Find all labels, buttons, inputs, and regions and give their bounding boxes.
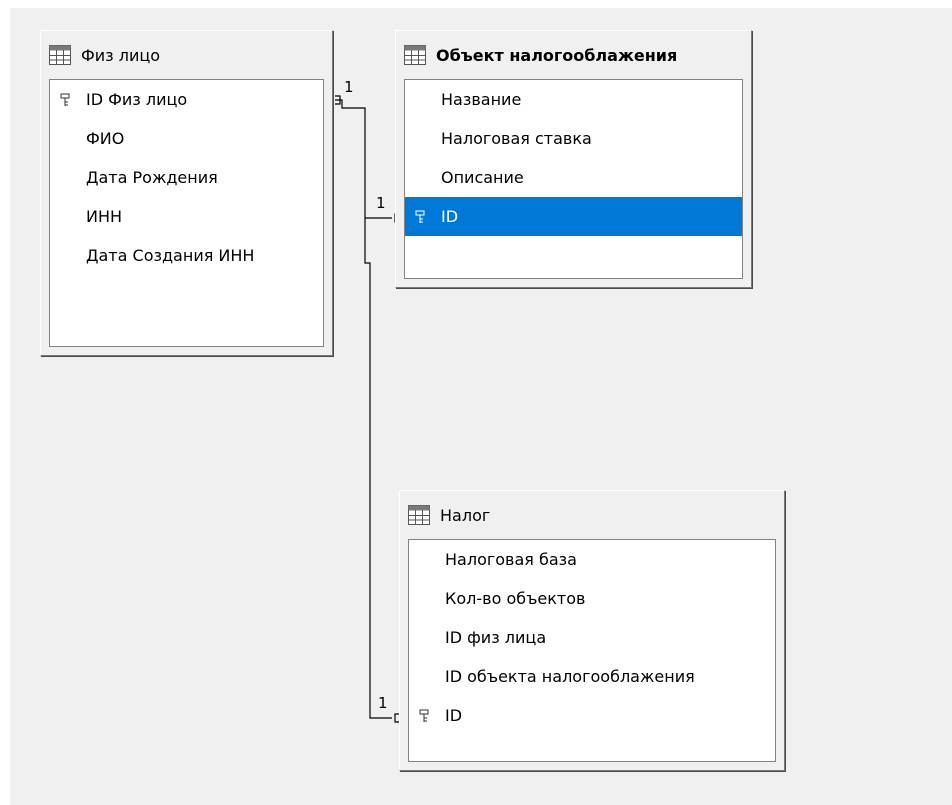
field-label: ID xyxy=(441,207,459,226)
primary-key-icon xyxy=(419,709,429,722)
field-row-kol-vo-obektov[interactable]: Кол-во объектов xyxy=(409,579,775,618)
field-row-id-fiz-lica[interactable]: ID физ лица xyxy=(409,618,775,657)
table-title: Объект налогооблажения xyxy=(436,45,678,65)
field-row-inn[interactable]: ИНН xyxy=(50,197,323,236)
relation-cardinality-fiz: 1 xyxy=(344,78,354,96)
relations-design-canvas[interactable]: 1 1 1 Физ лицо ID Физ лицо ФИО Дата Рожд… xyxy=(10,8,952,805)
field-label: Налоговая ставка xyxy=(441,129,592,148)
table-window-nalog[interactable]: Налог Налоговая база Кол-во объектов ID … xyxy=(399,490,785,771)
field-row-fio[interactable]: ФИО xyxy=(50,119,323,158)
primary-key-icon xyxy=(60,93,70,106)
field-label: ID физ лица xyxy=(445,628,547,647)
field-label: ФИО xyxy=(86,129,125,148)
field-label: Название xyxy=(441,90,522,109)
field-label: ID Физ лицо xyxy=(86,90,188,109)
field-label: Дата Создания ИНН xyxy=(86,246,255,265)
field-row-nazvanie[interactable]: Название xyxy=(405,80,742,119)
table-title-bar[interactable]: Объект налогооблажения xyxy=(404,31,747,79)
field-row-id-fiz-lico[interactable]: ID Физ лицо xyxy=(50,80,323,119)
table-title-bar[interactable]: Физ лицо xyxy=(49,31,328,79)
field-label: Кол-во объектов xyxy=(445,589,586,608)
field-label: Дата Рождения xyxy=(86,168,218,187)
relation-line-fiz-nalog xyxy=(352,107,392,719)
table-title-bar[interactable]: Налог xyxy=(408,491,780,539)
primary-key-icon xyxy=(415,210,425,223)
field-row-data-sozdaniya-inn[interactable]: Дата Создания ИНН xyxy=(50,236,323,275)
table-window-obekt-nalogooblazheniya[interactable]: Объект налогооблажения Название Налогова… xyxy=(395,30,752,288)
field-label: Описание xyxy=(441,168,524,187)
field-row-opisanie[interactable]: Описание xyxy=(405,158,742,197)
table-title: Налог xyxy=(440,505,491,525)
field-row-id-selected[interactable]: ID xyxy=(405,197,742,236)
table-icon xyxy=(49,45,71,65)
table-title: Физ лицо xyxy=(81,45,161,65)
field-row-nalogovaya-stavka[interactable]: Налоговая ставка xyxy=(405,119,742,158)
field-list[interactable]: Налоговая база Кол-во объектов ID физ ли… xyxy=(408,539,776,762)
relation-cardinality-nalog: 1 xyxy=(378,694,388,712)
table-icon xyxy=(404,45,426,65)
field-label: ID объекта налогооблажения xyxy=(445,667,695,686)
field-row-id-obekta[interactable]: ID объекта налогооблажения xyxy=(409,657,775,696)
field-row-id[interactable]: ID xyxy=(409,696,775,735)
field-label: ИНН xyxy=(86,207,123,226)
field-list[interactable]: ID Физ лицо ФИО Дата Рождения ИНН Дата С… xyxy=(49,79,324,347)
relation-cardinality-obj: 1 xyxy=(376,194,386,212)
field-label: Налоговая база xyxy=(445,550,577,569)
field-label: ID xyxy=(445,706,463,725)
table-window-fiz-lico[interactable]: Физ лицо ID Физ лицо ФИО Дата Рождения И… xyxy=(40,30,333,356)
field-list[interactable]: Название Налоговая ставка Описание ID xyxy=(404,79,743,279)
table-icon xyxy=(408,505,430,525)
field-row-data-rozhdeniya[interactable]: Дата Рождения xyxy=(50,158,323,197)
field-row-nalogovaya-baza[interactable]: Налоговая база xyxy=(409,540,775,579)
